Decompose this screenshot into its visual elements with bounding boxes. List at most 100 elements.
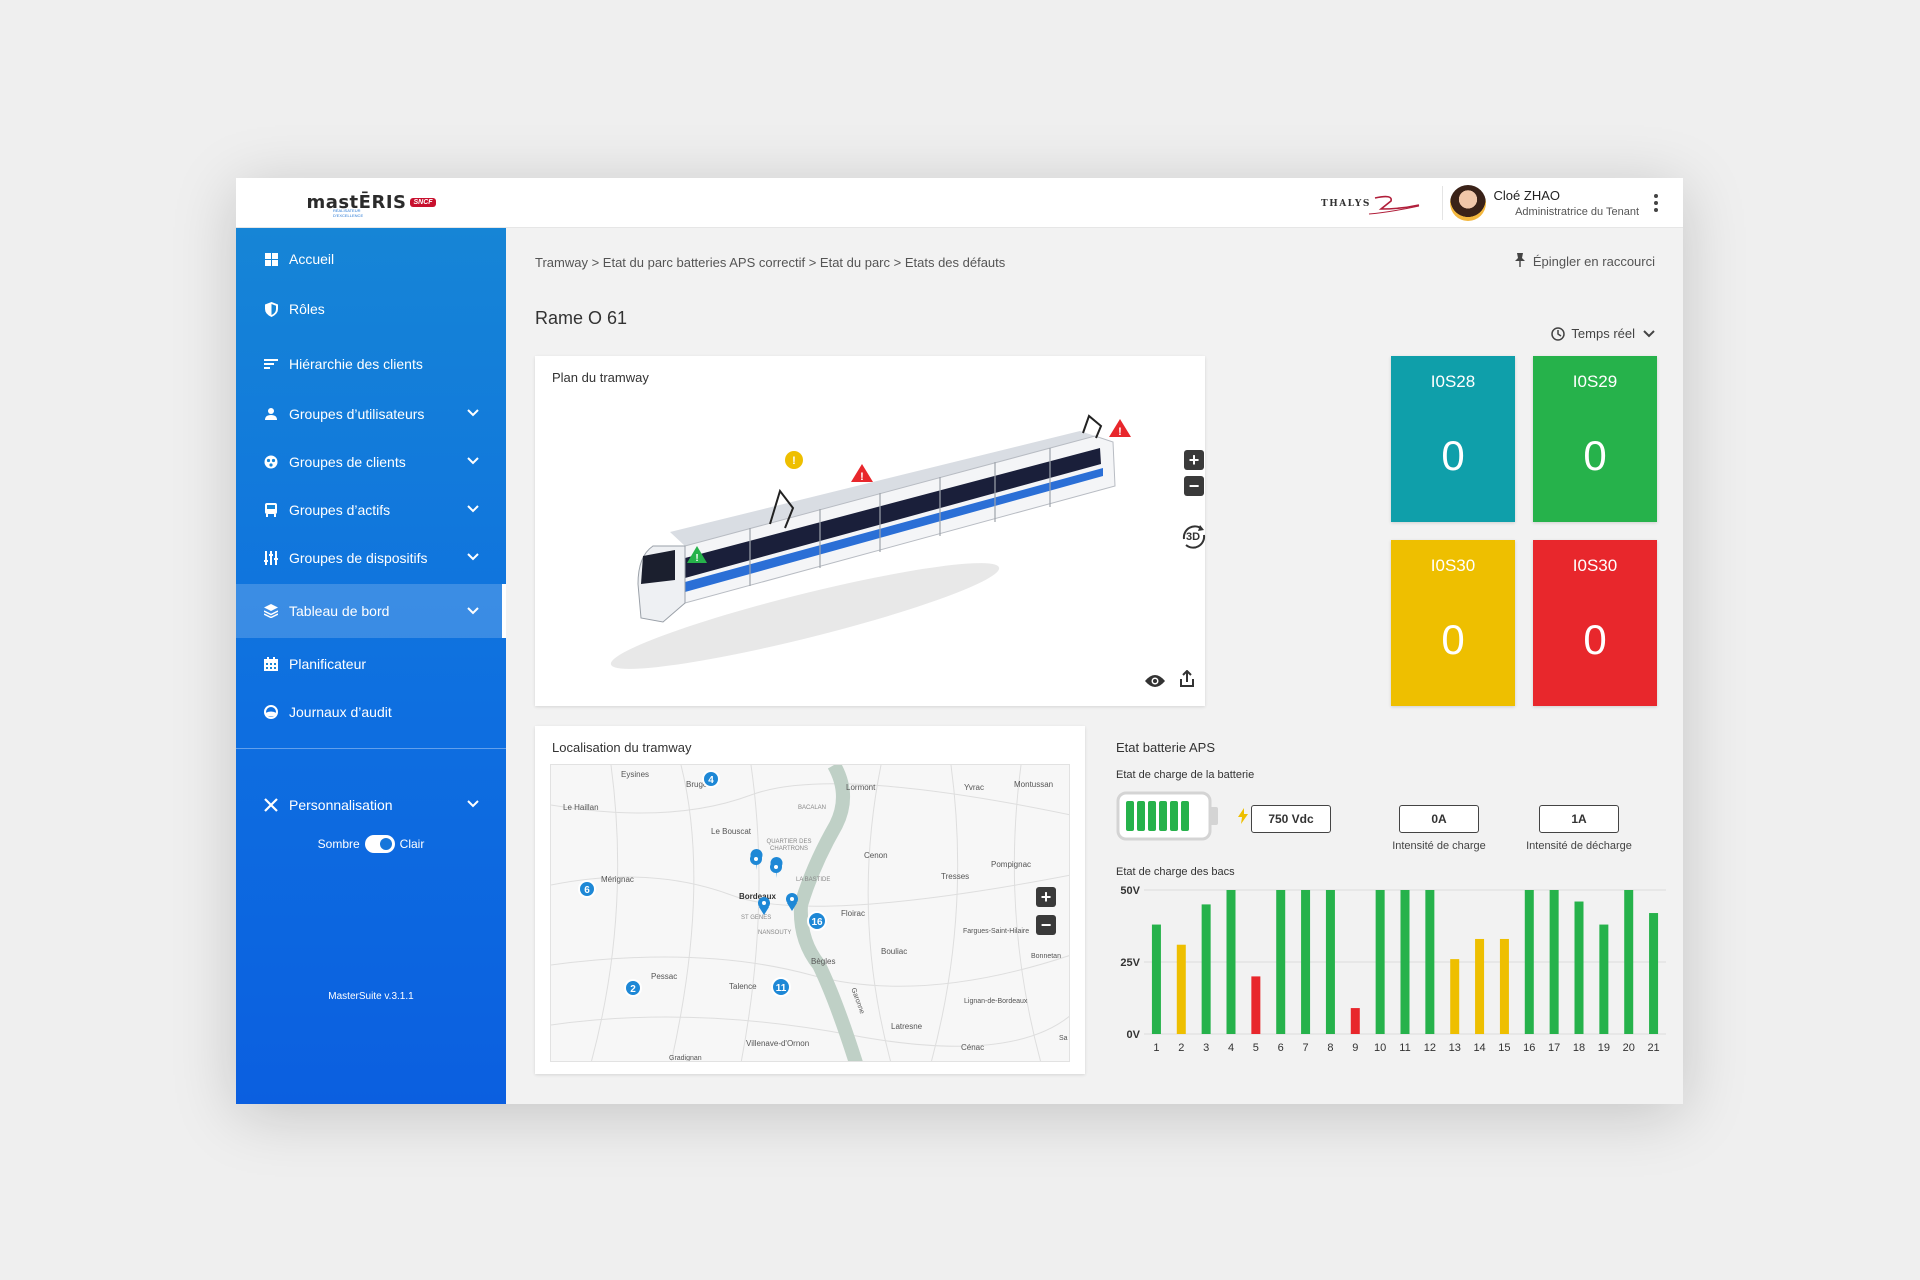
chevron-down-icon <box>467 409 479 417</box>
sidebar-item-hierarchie[interactable]: Hiérarchie des clients <box>236 342 506 386</box>
map-cluster[interactable]: 2 <box>624 979 642 997</box>
bar[interactable] <box>1350 1008 1360 1034</box>
map-cluster[interactable]: 11 <box>771 977 791 997</box>
bar[interactable] <box>1400 890 1410 1034</box>
charge-current-label: Intensité de charge <box>1392 840 1486 852</box>
lightning-icon <box>1238 808 1248 824</box>
bar[interactable] <box>1301 890 1311 1034</box>
bar[interactable] <box>1276 890 1286 1034</box>
status-tile[interactable]: I0S28 0 <box>1391 356 1515 522</box>
sidebar-divider <box>236 748 506 749</box>
charge-current-value: 0A <box>1399 805 1479 833</box>
status-tile[interactable]: I0S30 0 <box>1391 540 1515 706</box>
more-menu-icon[interactable] <box>1653 194 1659 212</box>
x-tick-label: 5 <box>1253 1042 1259 1054</box>
sidebar-item-groupes-clients[interactable]: Groupes de clients <box>236 440 506 484</box>
bar[interactable] <box>1574 901 1584 1034</box>
user-role: Administratrice du Tenant <box>1515 206 1639 218</box>
bacs-chart-title: Etat de charge des bacs <box>1116 866 1235 878</box>
theme-toggle[interactable] <box>364 835 395 853</box>
sliders-icon <box>263 550 279 566</box>
tram-location-card: Localisation du tramway Eysines Bruges L… <box>535 726 1085 1074</box>
status-tile[interactable]: I0S29 0 <box>1533 356 1657 522</box>
theme-switch-row: Sombre Clair <box>236 835 506 853</box>
bar[interactable] <box>1325 890 1335 1034</box>
map-cluster[interactable]: 6 <box>578 880 596 898</box>
tram-location-title: Localisation du tramway <box>552 740 692 755</box>
x-tick-label: 15 <box>1498 1042 1510 1054</box>
sidebar-item-groupes-utilisateurs[interactable]: Groupes d’utilisateurs <box>236 392 506 436</box>
y-tick-label: 25V <box>1120 957 1140 969</box>
bar[interactable] <box>1624 890 1634 1034</box>
zoom-in-button[interactable]: + <box>1184 450 1204 470</box>
user-name: Cloé ZHAO <box>1493 188 1560 203</box>
brand-logo[interactable]: mastĒRIS SNCF RÉALISATEUR D'EXCELLENCE <box>236 178 506 228</box>
logo-tagline: RÉALISATEUR D'EXCELLENCE <box>333 208 363 218</box>
eye-icon <box>1145 675 1165 687</box>
calendar-icon <box>263 656 279 672</box>
sidebar-item-groupes-actifs[interactable]: Groupes d’actifs <box>236 488 506 532</box>
sidebar-item-accueil[interactable]: Accueil <box>236 237 506 281</box>
bar[interactable] <box>1450 959 1460 1034</box>
sidebar-item-personnalisation[interactable]: Personnalisation <box>236 783 506 827</box>
y-tick-label: 50V <box>1120 885 1140 897</box>
map-zoom-in-button[interactable]: + <box>1036 887 1056 907</box>
bar[interactable] <box>1599 924 1609 1034</box>
audit-icon <box>263 704 279 720</box>
bar[interactable] <box>1201 904 1211 1034</box>
sidebar-item-roles[interactable]: Rôles <box>236 287 506 331</box>
x-tick-label: 1 <box>1153 1042 1159 1054</box>
share-icon <box>1180 669 1194 687</box>
pin-shortcut-label: Épingler en raccourci <box>1532 254 1655 269</box>
x-tick-label: 20 <box>1623 1042 1635 1054</box>
zoom-out-button[interactable]: − <box>1184 476 1204 496</box>
bar[interactable] <box>1549 890 1559 1034</box>
avatar[interactable] <box>1450 185 1486 221</box>
map-view[interactable]: Eysines Bruges Lormont Yvrac Montussan L… <box>550 764 1070 1062</box>
bar[interactable] <box>1151 924 1161 1034</box>
theme-dark-label: Sombre <box>317 837 360 851</box>
sidebar-item-groupes-dispositifs[interactable]: Groupes de dispositifs <box>236 536 506 580</box>
pin-icon <box>1514 253 1526 270</box>
discharge-current-value: 1A <box>1539 805 1619 833</box>
app-version: MasterSuite v.3.1.1 <box>328 991 414 1002</box>
x-tick-label: 3 <box>1203 1042 1209 1054</box>
bar[interactable] <box>1226 890 1236 1034</box>
share-button[interactable] <box>1179 669 1195 693</box>
sidebar-item-label: Groupes de clients <box>289 454 406 470</box>
sidebar-item-tableau-de-bord[interactable]: Tableau de bord <box>236 584 506 638</box>
logo-tagline-line-2: D'EXCELLENCE <box>333 213 364 218</box>
bar[interactable] <box>1499 938 1509 1034</box>
status-tile[interactable]: I0S30 0 <box>1533 540 1657 706</box>
tram-3d-view[interactable]: ! ! ! ! <box>535 356 1205 706</box>
svg-text:!: ! <box>860 471 864 483</box>
client-group-icon <box>263 454 279 470</box>
pin-shortcut-button[interactable]: Épingler en raccourci <box>1514 253 1655 270</box>
time-mode-select[interactable]: Temps réel <box>1551 326 1655 341</box>
visibility-button[interactable] <box>1145 674 1165 693</box>
bar[interactable] <box>1425 890 1435 1034</box>
bar[interactable] <box>1475 938 1485 1034</box>
bar[interactable] <box>1649 913 1659 1034</box>
x-tick-label: 4 <box>1228 1042 1234 1054</box>
sidebar-item-journaux-audit[interactable]: Journaux d’audit <box>236 690 506 734</box>
breadcrumb[interactable]: Tramway > Etat du parc batteries APS cor… <box>535 255 1005 270</box>
x-tick-label: 11 <box>1399 1042 1410 1054</box>
map-cluster[interactable]: 16 <box>807 911 827 931</box>
x-tick-label: 19 <box>1598 1042 1610 1054</box>
thalys-swoosh-icon <box>1368 195 1420 215</box>
bar[interactable] <box>1176 944 1186 1034</box>
rotate-3d-button[interactable]: 3D <box>1178 521 1210 553</box>
bar[interactable] <box>1524 890 1534 1034</box>
sidebar-item-planificateur[interactable]: Planificateur <box>236 642 506 686</box>
sidebar-item-label: Planificateur <box>289 656 367 672</box>
sncf-badge: SNCF <box>410 198 436 207</box>
sidebar: Accueil Rôles Hiérarchie des clients Gro… <box>236 228 506 1104</box>
map-zoom-out-button[interactable]: − <box>1036 915 1056 935</box>
x-tick-label: 21 <box>1647 1042 1659 1054</box>
bar[interactable] <box>1251 976 1261 1034</box>
map-cluster[interactable]: 4 <box>702 770 720 788</box>
x-tick-label: 9 <box>1352 1042 1358 1054</box>
tile-value: 0 <box>1583 616 1607 663</box>
bar[interactable] <box>1375 890 1385 1034</box>
